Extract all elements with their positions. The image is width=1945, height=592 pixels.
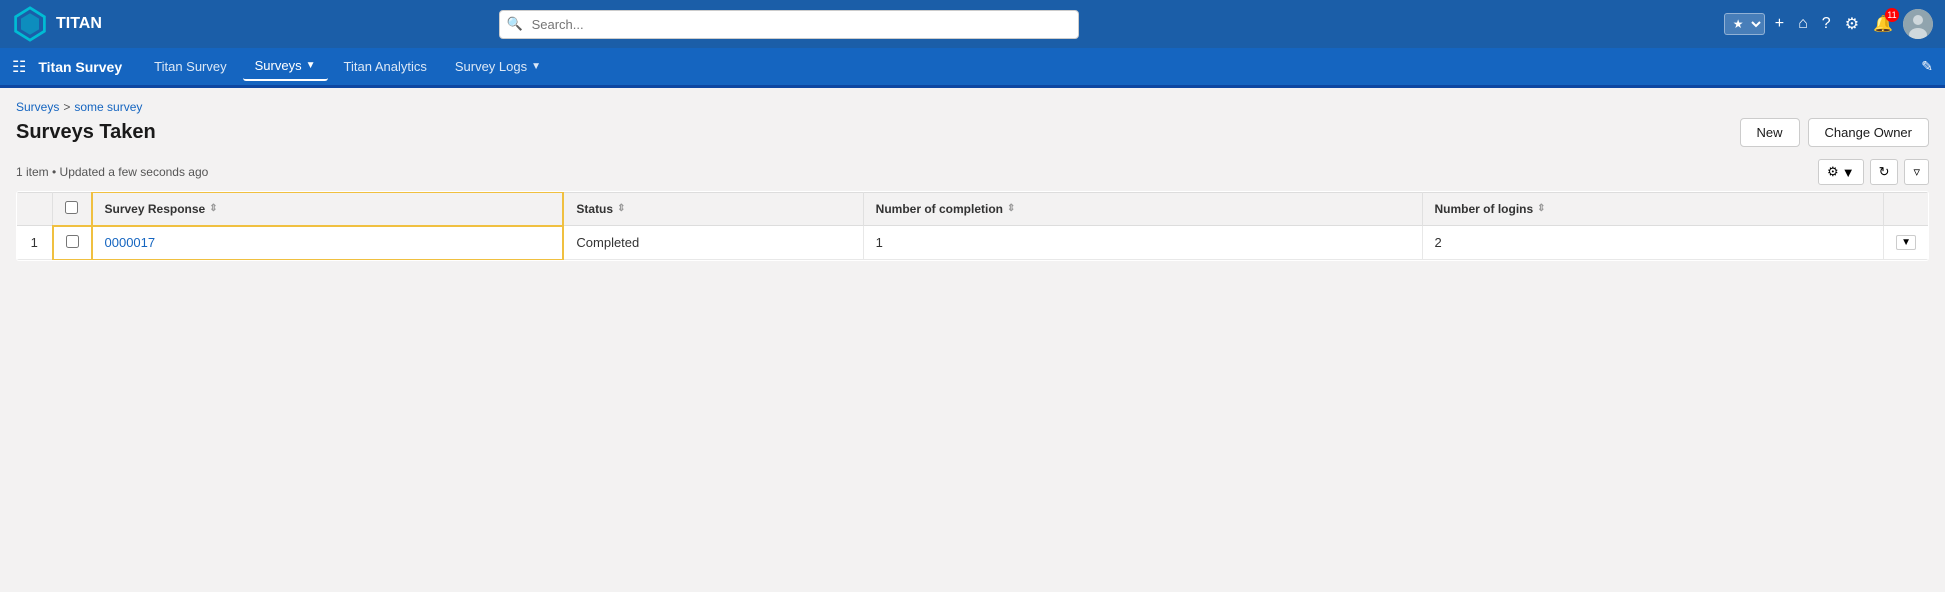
th-row-number — [17, 192, 53, 226]
number-of-logins-cell: 2 — [1422, 226, 1884, 260]
status-cell: Completed — [563, 226, 863, 260]
th-expand-col — [1884, 192, 1929, 226]
help-icon-btn[interactable]: ? — [1818, 11, 1835, 37]
header-actions: New Change Owner — [1740, 118, 1929, 147]
refresh-icon: ↻ — [1879, 164, 1890, 180]
th-number-of-logins[interactable]: Number of logins ⇕ — [1422, 192, 1884, 226]
search-icon: 🔍 — [507, 16, 523, 32]
record-count: 1 item • Updated a few seconds ago — [16, 165, 208, 179]
search-input[interactable] — [499, 10, 1079, 39]
breadcrumb: Surveys > some survey — [16, 100, 1929, 114]
select-all-checkbox[interactable] — [65, 201, 78, 214]
settings-toolbar-icon: ⚙ — [1827, 164, 1839, 180]
app-name: Titan Survey — [38, 59, 122, 75]
logo-area: TITAN — [12, 6, 172, 42]
settings-icon-btn[interactable]: ⚙ — [1841, 10, 1863, 38]
app-logo-text: TITAN — [56, 15, 102, 33]
row-checkbox-cell[interactable] — [53, 226, 92, 260]
row-expand-cell[interactable]: ▼ — [1884, 226, 1929, 260]
breadcrumb-child-link[interactable]: some survey — [74, 100, 142, 114]
nav-titan-survey[interactable]: Titan Survey — [142, 53, 239, 80]
toolbar-icons: ⚙ ▼ ↻ ▿ — [1818, 159, 1929, 185]
titan-logo-icon — [12, 6, 48, 42]
status-sort-icon: ⇕ — [617, 203, 625, 214]
table-row: 1 0000017 Completed 1 2 ▼ — [17, 226, 1929, 260]
th-status[interactable]: Status ⇕ — [563, 192, 863, 226]
filter-icon: ▿ — [1913, 164, 1920, 180]
th-number-of-completion[interactable]: Number of completion ⇕ — [863, 192, 1422, 226]
th-checkbox[interactable] — [53, 192, 92, 226]
table-header-row: Survey Response ⇕ Status ⇕ Number of com… — [17, 192, 1929, 226]
nav-survey-logs[interactable]: Survey Logs ▼ — [443, 53, 553, 80]
breadcrumb-surveys-link[interactable]: Surveys — [16, 100, 59, 114]
th-survey-response[interactable]: Survey Response ⇕ — [92, 192, 564, 226]
notification-badge: 11 — [1885, 8, 1899, 22]
refresh-button[interactable]: ↻ — [1870, 159, 1899, 185]
row-expand-button[interactable]: ▼ — [1896, 235, 1916, 250]
user-avatar[interactable] — [1903, 9, 1933, 39]
avatar-icon — [1903, 9, 1933, 39]
nav-surveys[interactable]: Surveys ▼ — [243, 52, 328, 81]
search-bar: 🔍 — [499, 10, 1079, 39]
settings-dropdown-btn[interactable]: ⚙ ▼ — [1818, 159, 1864, 185]
page-title: Surveys Taken — [16, 121, 156, 144]
row-number-cell: 1 — [17, 226, 53, 260]
table-toolbar: 1 item • Updated a few seconds ago ⚙ ▼ ↻… — [16, 159, 1929, 185]
logins-sort-icon: ⇕ — [1537, 203, 1545, 214]
settings-dropdown-arrow: ▼ — [1842, 165, 1855, 180]
row-checkbox[interactable] — [66, 235, 79, 248]
completion-sort-icon: ⇕ — [1007, 203, 1015, 214]
grid-icon[interactable]: ☷ — [12, 57, 26, 77]
top-nav-bar: TITAN 🔍 ★ + ⌂ ? ⚙ 🔔 11 — [0, 0, 1945, 48]
survey-response-sort-icon: ⇕ — [209, 203, 217, 214]
notifications-icon-btn[interactable]: 🔔 11 — [1869, 10, 1897, 38]
new-button[interactable]: New — [1740, 118, 1800, 147]
nav-actions: ★ + ⌂ ? ⚙ 🔔 11 — [1724, 9, 1933, 39]
page-header: Surveys Taken New Change Owner — [16, 118, 1929, 147]
home-icon-btn[interactable]: ⌂ — [1794, 11, 1812, 37]
number-of-completion-cell: 1 — [863, 226, 1422, 260]
main-content: Surveys > some survey Surveys Taken New … — [0, 88, 1945, 592]
nav-select-dropdown[interactable]: ★ — [1724, 13, 1765, 35]
edit-icon[interactable]: ✎ — [1921, 58, 1933, 75]
app-bar: ☷ Titan Survey Titan Survey Surveys ▼ Ti… — [0, 48, 1945, 88]
change-owner-button[interactable]: Change Owner — [1808, 118, 1929, 147]
survey-response-link[interactable]: 0000017 — [105, 235, 156, 250]
surveys-taken-table: Survey Response ⇕ Status ⇕ Number of com… — [16, 191, 1929, 261]
surveys-chevron-icon: ▼ — [306, 60, 316, 71]
filter-button[interactable]: ▿ — [1904, 159, 1929, 185]
survey-response-cell[interactable]: 0000017 — [92, 226, 564, 260]
nav-titan-analytics[interactable]: Titan Analytics — [332, 53, 439, 80]
breadcrumb-separator: > — [63, 100, 70, 114]
add-button[interactable]: + — [1771, 11, 1788, 37]
survey-logs-chevron-icon: ▼ — [531, 61, 541, 72]
